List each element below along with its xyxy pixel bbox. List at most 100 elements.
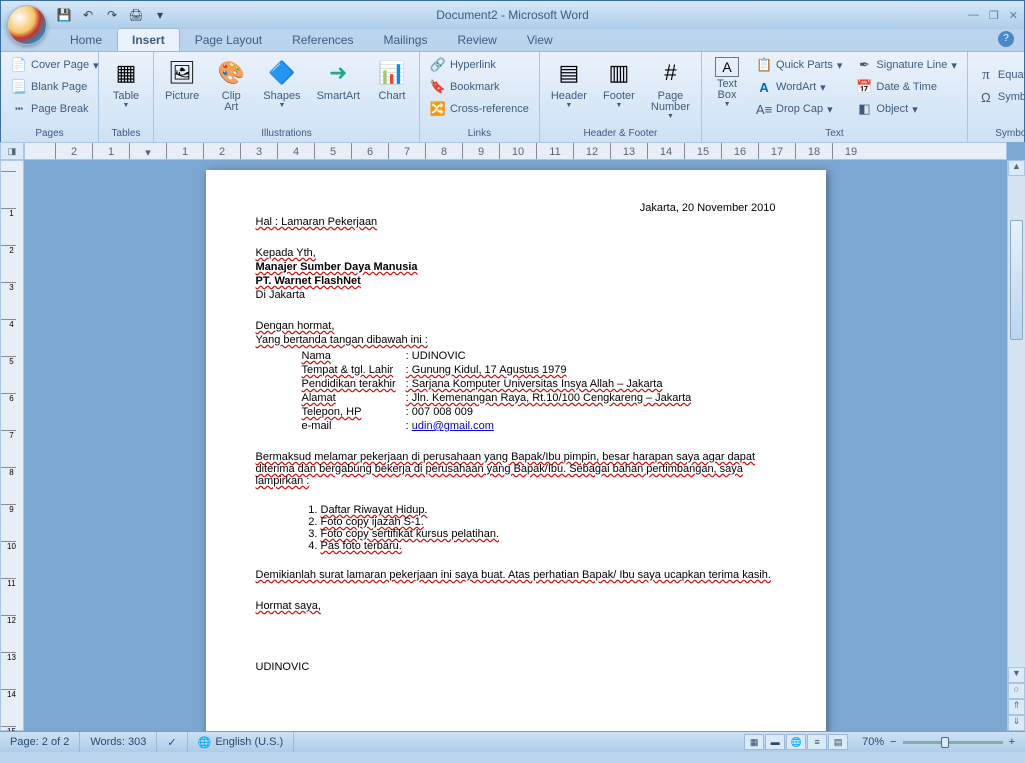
prev-page-icon[interactable]: ⇑ bbox=[1008, 699, 1025, 715]
shapes-button[interactable]: 🔷Shapes▼ bbox=[256, 54, 307, 112]
page-break-icon: ┅ bbox=[11, 101, 27, 117]
cover-page-button[interactable]: 📄Cover Page ▾ bbox=[5, 54, 105, 76]
qat-customize[interactable]: ▾ bbox=[151, 6, 169, 24]
tab-insert[interactable]: Insert bbox=[117, 28, 180, 51]
page-break-button[interactable]: ┅Page Break bbox=[5, 98, 105, 120]
status-lang[interactable]: 🌐English (U.S.) bbox=[188, 732, 295, 752]
hyperlink-button[interactable]: 🔗Hyperlink bbox=[424, 54, 535, 76]
proof-icon: ✓ bbox=[167, 736, 176, 749]
group-headerfooter-label: Header & Footer bbox=[544, 127, 697, 140]
doc-manajer: Manajer Sumber Daya Manusia bbox=[256, 261, 418, 273]
shapes-icon: 🔷 bbox=[266, 57, 298, 89]
tab-page-layout[interactable]: Page Layout bbox=[180, 28, 277, 51]
tab-home[interactable]: Home bbox=[55, 28, 117, 51]
qat-save[interactable]: 💾 bbox=[55, 6, 73, 24]
horizontal-ruler[interactable]: 21▾12345678910111213141516171819 bbox=[24, 142, 1007, 160]
pagenum-button[interactable]: #Page Number▼ bbox=[644, 54, 697, 123]
tab-references[interactable]: References bbox=[277, 28, 368, 51]
email-link[interactable]: udin@gmail.com bbox=[412, 420, 494, 432]
dropcap-icon: A≡ bbox=[756, 101, 772, 117]
qat-redo[interactable]: ↷ bbox=[103, 6, 121, 24]
pagenum-icon: # bbox=[654, 57, 686, 89]
textbox-button[interactable]: AText Box▼ bbox=[706, 54, 748, 111]
browse-object-icon[interactable]: ○ bbox=[1008, 683, 1025, 699]
scroll-down-icon[interactable]: ▼ bbox=[1008, 667, 1025, 683]
vertical-scrollbar[interactable]: ▲ ▼ ○ ⇑ ⇓ bbox=[1007, 160, 1025, 731]
view-web[interactable]: 🌐 bbox=[786, 734, 806, 750]
view-print-layout[interactable]: ▦ bbox=[744, 734, 764, 750]
chart-icon: 📊 bbox=[376, 57, 408, 89]
datetime-icon: 📅 bbox=[856, 79, 872, 95]
bookmark-icon: 🔖 bbox=[430, 79, 446, 95]
footer-icon: ▥ bbox=[603, 57, 635, 89]
doc-demikian: Demikianlah surat lamaran pekerjaan ini … bbox=[256, 569, 771, 581]
symbol-button[interactable]: ΩSymbol ▾ bbox=[972, 86, 1025, 108]
view-draft[interactable]: ▤ bbox=[828, 734, 848, 750]
scroll-thumb[interactable] bbox=[1010, 220, 1023, 340]
scroll-up-icon[interactable]: ▲ bbox=[1008, 160, 1025, 176]
bookmark-button[interactable]: 🔖Bookmark bbox=[424, 76, 535, 98]
qat-undo[interactable]: ↶ bbox=[79, 6, 97, 24]
tab-mailings[interactable]: Mailings bbox=[368, 28, 442, 51]
header-button[interactable]: ▤Header▼ bbox=[544, 54, 594, 112]
symbol-icon: Ω bbox=[978, 89, 994, 105]
wordart-icon: A bbox=[756, 79, 772, 95]
status-page[interactable]: Page: 2 of 2 bbox=[0, 732, 80, 752]
sigline-icon: ✒ bbox=[856, 57, 872, 73]
crossref-button[interactable]: 🔀Cross-reference bbox=[424, 98, 535, 120]
minimize-button[interactable]: — bbox=[968, 9, 979, 22]
equation-button[interactable]: πEquation ▾ bbox=[972, 64, 1025, 86]
equation-icon: π bbox=[978, 67, 994, 83]
datetime-button[interactable]: 📅Date & Time bbox=[850, 76, 962, 98]
tab-view[interactable]: View bbox=[512, 28, 568, 51]
crossref-icon: 🔀 bbox=[430, 101, 446, 117]
next-page-icon[interactable]: ⇓ bbox=[1008, 715, 1025, 731]
tab-review[interactable]: Review bbox=[442, 28, 511, 51]
footer-button[interactable]: ▥Footer▼ bbox=[596, 54, 642, 112]
view-fullscreen[interactable]: ▬ bbox=[765, 734, 785, 750]
dropcap-button[interactable]: A≡Drop Cap ▾ bbox=[750, 98, 848, 120]
group-pages-label: Pages bbox=[5, 127, 94, 140]
group-illustrations-label: Illustrations bbox=[158, 127, 415, 140]
chart-button[interactable]: 📊Chart bbox=[369, 54, 415, 105]
wordart-button[interactable]: AWordArt ▾ bbox=[750, 76, 848, 98]
info-table: Nama: UDINOVIC Tempat & tgl. Lahir: Gunu… bbox=[296, 348, 698, 434]
blank-page-button[interactable]: 📃Blank Page bbox=[5, 76, 105, 98]
picture-button[interactable]: 🖼Picture bbox=[158, 54, 206, 105]
ruler-corner[interactable]: ◨ bbox=[0, 142, 24, 160]
lang-icon: 🌐 bbox=[198, 736, 212, 749]
zoom-slider[interactable] bbox=[903, 741, 1003, 744]
zoom-in-button[interactable]: + bbox=[1009, 736, 1015, 748]
doc-hal: Hal : Lamaran Pekerjaan bbox=[256, 216, 378, 228]
doc-signature: UDINOVIC bbox=[256, 661, 776, 673]
zoom-percent[interactable]: 70% bbox=[862, 736, 884, 748]
qat-print[interactable]: 🖨 bbox=[127, 6, 145, 24]
quickparts-button[interactable]: 📋Quick Parts ▾ bbox=[750, 54, 848, 76]
picture-icon: 🖼 bbox=[166, 57, 198, 89]
restore-button[interactable]: ❐ bbox=[989, 9, 999, 22]
group-text-label: Text bbox=[706, 127, 963, 140]
vertical-ruler[interactable]: 123456789101112131415 bbox=[0, 160, 24, 731]
sigline-button[interactable]: ✒Signature Line ▾ bbox=[850, 54, 962, 76]
table-button[interactable]: ▦Table▼ bbox=[103, 54, 149, 112]
document-page[interactable]: Jakarta, 20 November 2010 Hal : Lamaran … bbox=[206, 170, 826, 731]
close-button[interactable]: ✕ bbox=[1009, 9, 1018, 22]
quickparts-icon: 📋 bbox=[756, 57, 772, 73]
doc-bermaksud: Bermaksud melamar pekerjaan di perusahaa… bbox=[256, 451, 756, 487]
office-button[interactable] bbox=[7, 5, 47, 45]
status-proof[interactable]: ✓ bbox=[157, 732, 187, 752]
group-links-label: Links bbox=[424, 127, 535, 140]
attachments-list: Daftar Riwayat Hidup. Foto copy ijazah S… bbox=[306, 504, 776, 552]
object-icon: ◧ bbox=[856, 101, 872, 117]
clipart-button[interactable]: 🎨Clip Art bbox=[208, 54, 254, 116]
object-button[interactable]: ◧Object ▾ bbox=[850, 98, 962, 120]
status-words[interactable]: Words: 303 bbox=[80, 732, 157, 752]
doc-pt: PT. Warnet FlashNet bbox=[256, 275, 361, 287]
view-outline[interactable]: ≡ bbox=[807, 734, 827, 750]
blank-page-icon: 📃 bbox=[11, 79, 27, 95]
document-area[interactable]: Jakarta, 20 November 2010 Hal : Lamaran … bbox=[24, 160, 1007, 731]
hyperlink-icon: 🔗 bbox=[430, 57, 446, 73]
help-button[interactable]: ? bbox=[998, 31, 1014, 47]
zoom-out-button[interactable]: − bbox=[890, 736, 896, 748]
smartart-button[interactable]: ➜SmartArt bbox=[310, 54, 367, 105]
